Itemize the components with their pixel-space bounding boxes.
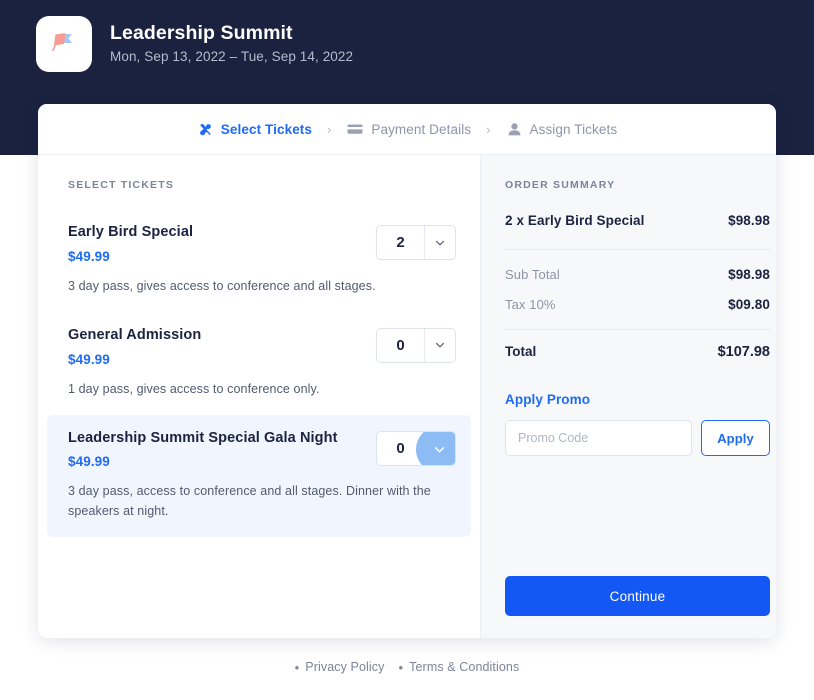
- quantity-select-general-admission[interactable]: 0: [376, 327, 456, 363]
- footer-privacy-policy[interactable]: • Privacy Policy: [295, 660, 385, 674]
- ticket-row-highlighted[interactable]: Leadership Summit Special Gala Night $49…: [47, 414, 471, 538]
- person-icon: [506, 121, 523, 138]
- footer-terms-conditions[interactable]: • Terms & Conditions: [399, 660, 520, 674]
- ticket-name: Leadership Summit Special Gala Night: [68, 429, 338, 446]
- subtotal-label: Sub Total: [505, 267, 560, 282]
- credit-card-icon: [346, 120, 364, 138]
- card-body: SELECT TICKETS Early Bird Special $49.99…: [38, 155, 776, 638]
- ticket-row[interactable]: General Admission $49.99 0 1 day pass, g…: [38, 312, 480, 415]
- summary-line-item-amount: $98.98: [728, 213, 770, 228]
- chevron-down-icon[interactable]: [424, 328, 455, 362]
- ticket-info: General Admission $49.99: [68, 326, 201, 367]
- ticket-info: Early Bird Special $49.99: [68, 223, 193, 264]
- ticket-list: Early Bird Special $49.99 2 3 day pass, …: [38, 209, 480, 538]
- ticket-description: 3 day pass, gives access to conference a…: [68, 278, 376, 293]
- ticket-name: Early Bird Special: [68, 224, 194, 240]
- quantity-select-early-bird[interactable]: 2: [376, 225, 456, 260]
- continue-button[interactable]: Continue: [505, 576, 770, 616]
- ticket-name: General Admission: [68, 326, 202, 343]
- total-amount: $107.98: [717, 344, 770, 360]
- ticket-price: $49.99: [68, 248, 110, 264]
- step-separator-1: ›: [327, 121, 332, 137]
- ticket-row-header: General Admission $49.99 0: [68, 326, 456, 367]
- checkout-stepper: Select Tickets › Payment Details › Assig…: [38, 104, 776, 155]
- promo-code-input[interactable]: [505, 420, 692, 456]
- summary-line-item: 2 x Early Bird Special $98.98: [505, 213, 770, 228]
- event-logo: [36, 16, 92, 72]
- step-select-tickets[interactable]: Select Tickets: [197, 121, 312, 138]
- step-label-select-tickets: Select Tickets: [220, 121, 313, 137]
- event-header: Leadership Summit Mon, Sep 13, 2022 – Tu…: [36, 16, 353, 72]
- ticket-info: Leadership Summit Special Gala Night $49…: [68, 429, 338, 470]
- step-label-assign-tickets: Assign Tickets: [529, 121, 618, 137]
- summary-total-row: Total $107.98: [505, 344, 770, 360]
- bullet-icon: •: [398, 659, 404, 675]
- checkout-page: Leadership Summit Mon, Sep 13, 2022 – Tu…: [0, 0, 814, 700]
- event-title-group: Leadership Summit Mon, Sep 13, 2022 – Tu…: [110, 21, 354, 65]
- flag-icon: [47, 25, 81, 64]
- cursor-hover-indicator[interactable]: [416, 431, 455, 465]
- summary-tax-row: Tax 10% $09.80: [505, 297, 770, 312]
- tickets-pane: SELECT TICKETS Early Bird Special $49.99…: [38, 155, 481, 638]
- chevron-down-icon[interactable]: [424, 226, 455, 259]
- ticket-price: $49.99: [68, 351, 110, 367]
- summary-section-label: ORDER SUMMARY: [505, 179, 616, 191]
- quantity-value: 2: [396, 234, 405, 251]
- tax-amount: $09.80: [728, 297, 770, 312]
- promo-row: Apply: [505, 420, 770, 456]
- step-label-payment-details: Payment Details: [371, 121, 472, 137]
- step-separator-2: ›: [486, 121, 491, 137]
- summary-subtotal-row: Sub Total $98.98: [505, 267, 770, 282]
- checkout-card: Select Tickets › Payment Details › Assig…: [38, 104, 776, 638]
- summary-line-item-label: 2 x Early Bird Special: [505, 213, 645, 228]
- subtotal-amount: $98.98: [728, 267, 770, 282]
- tax-label: Tax 10%: [505, 297, 556, 312]
- step-payment-details[interactable]: Payment Details: [346, 120, 471, 138]
- ticket-description: 3 day pass, access to conference and all…: [68, 484, 431, 518]
- event-dates: Mon, Sep 13, 2022 – Tue, Sep 14, 2022: [110, 49, 354, 65]
- quantity-value: 0: [396, 336, 405, 354]
- ticket-row[interactable]: Early Bird Special $49.99 2 3 day pass, …: [38, 209, 480, 312]
- summary-divider-2: [505, 329, 770, 330]
- event-name: Leadership Summit: [110, 21, 293, 44]
- privacy-policy-link[interactable]: Privacy Policy: [305, 660, 384, 674]
- apply-promo-button[interactable]: Apply: [701, 420, 770, 456]
- summary-spacer: [505, 456, 770, 576]
- ticket-description: 1 day pass, gives access to conference o…: [68, 381, 320, 396]
- quantity-select-gala-night[interactable]: 0: [376, 430, 456, 466]
- footer: • Privacy Policy • Terms & Conditions: [0, 660, 814, 674]
- ticket-price: $49.99: [68, 454, 110, 470]
- ticket-row-header: Leadership Summit Special Gala Night $49…: [68, 429, 456, 470]
- total-label: Total: [505, 344, 537, 359]
- tickets-section-label: SELECT TICKETS: [68, 179, 175, 191]
- bullet-icon: •: [294, 659, 300, 675]
- ticket-row-header: Early Bird Special $49.99 2: [68, 223, 456, 264]
- order-summary-pane: ORDER SUMMARY 2 x Early Bird Special $98…: [481, 155, 776, 638]
- terms-conditions-link[interactable]: Terms & Conditions: [409, 660, 519, 674]
- ticket-icon: [197, 121, 214, 138]
- summary-divider: [505, 249, 770, 250]
- step-assign-tickets[interactable]: Assign Tickets: [506, 121, 618, 138]
- apply-promo-link[interactable]: Apply Promo: [505, 392, 770, 407]
